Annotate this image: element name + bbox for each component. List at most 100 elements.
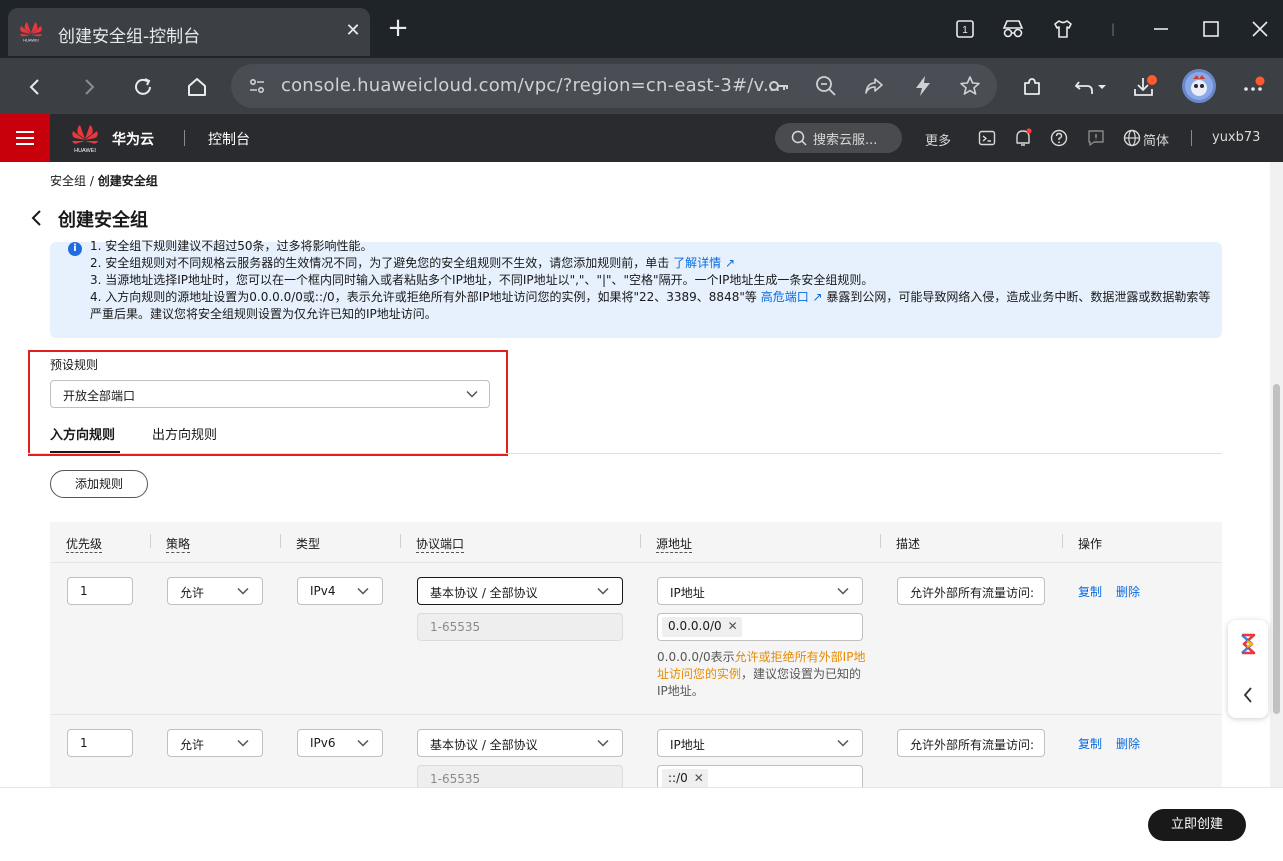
- tab-outbound-rules[interactable]: 出方向规则: [152, 424, 217, 443]
- brand-name[interactable]: 华为云: [112, 129, 154, 149]
- delete-rule-link[interactable]: 删除: [1116, 735, 1140, 752]
- incognito-icon[interactable]: [999, 15, 1027, 43]
- scrollbar-thumb[interactable]: [1273, 384, 1280, 714]
- policy-select[interactable]: 允许: [167, 577, 263, 605]
- zoom-icon[interactable]: [814, 74, 838, 98]
- tab-inbound-rules[interactable]: 入方向规则: [50, 424, 115, 443]
- search-input[interactable]: 搜索云服...: [775, 123, 902, 153]
- source-type-select[interactable]: IP地址: [657, 577, 863, 605]
- language-switch[interactable]: 简体: [1143, 130, 1169, 149]
- chevron-down-icon: [596, 584, 610, 598]
- close-window-icon[interactable]: [1246, 15, 1274, 43]
- globe-icon[interactable]: [1122, 128, 1142, 148]
- huawei-logo[interactable]: HUAWEI: [70, 122, 100, 154]
- maximize-icon[interactable]: [1197, 15, 1225, 43]
- policy-select[interactable]: 允许: [167, 729, 263, 757]
- minimize-icon[interactable]: [1147, 15, 1175, 43]
- source-hint: 0.0.0.0/0表示允许或拒绝所有外部IP地 址访问您的实例，建议您设置为已知的…: [657, 649, 867, 700]
- description-input[interactable]: 允许外部所有流量访问:: [897, 729, 1045, 757]
- browser-tab-title: 创建安全组-控制台: [58, 27, 201, 47]
- console-header: HUAWEI 华为云 控制台 搜索云服... 更多 简体 yuxb73: [0, 114, 1283, 162]
- notification-bell-icon[interactable]: [1013, 128, 1033, 148]
- toolbar-divider: |: [1110, 22, 1116, 36]
- table-header: 优先级 策略 类型 协议端口 源地址 描述 操作: [50, 522, 1222, 562]
- remove-tag-icon[interactable]: ✕: [728, 619, 738, 633]
- close-tab-icon[interactable]: ✕: [343, 21, 363, 41]
- downloads-icon[interactable]: [1130, 72, 1160, 102]
- share-icon[interactable]: [862, 74, 886, 98]
- breadcrumb-parent[interactable]: 安全组: [50, 174, 86, 188]
- preset-rule-select[interactable]: 开放全部端口: [50, 380, 490, 408]
- source-tag-label: ::/0: [668, 771, 688, 785]
- lightning-icon[interactable]: [911, 74, 935, 98]
- source-tag: 0.0.0.0/0 ✕: [662, 617, 742, 637]
- reload-icon[interactable]: [128, 72, 158, 102]
- protocol-value: 基本协议 / 全部协议: [430, 738, 538, 752]
- copy-rule-link[interactable]: 复制: [1078, 583, 1102, 600]
- preset-rule-label: 预设规则: [50, 358, 99, 372]
- username[interactable]: yuxb73: [1212, 130, 1260, 145]
- shirt-icon[interactable]: [1049, 15, 1077, 43]
- page-content: 安全组 / 创建安全组 创建安全组 i 1. 安全组下规则建议不超过50条，过多…: [0, 162, 1270, 787]
- undo-menu-icon[interactable]: [1070, 72, 1110, 102]
- external-link-icon: ↗: [724, 256, 736, 270]
- forward-icon[interactable]: [74, 72, 104, 102]
- preset-rule-value: 开放全部端口: [63, 389, 136, 403]
- breadcrumb-separator: /: [86, 174, 98, 188]
- header-action: 操作: [1078, 537, 1103, 551]
- address-bar[interactable]: console.huaweicloud.com/vpc/?region=cn-e…: [231, 64, 997, 108]
- back-icon[interactable]: [20, 72, 50, 102]
- key-icon[interactable]: [767, 74, 791, 98]
- home-icon[interactable]: [182, 72, 212, 102]
- description-input[interactable]: 允许外部所有流量访问:: [897, 577, 1045, 605]
- browser-tab[interactable]: HUAWEI 创建安全组-控制台 ✕: [8, 8, 370, 56]
- source-address-input[interactable]: 0.0.0.0/0 ✕: [657, 613, 863, 641]
- type-select[interactable]: IPv4: [297, 577, 383, 605]
- high-risk-ports-link[interactable]: 高危端口: [761, 290, 809, 304]
- protocol-select[interactable]: 基本协议 / 全部协议: [417, 577, 623, 605]
- site-settings-icon[interactable]: [245, 74, 269, 98]
- chevron-down-icon: [465, 387, 479, 401]
- copy-rule-link[interactable]: 复制: [1078, 735, 1102, 752]
- console-link[interactable]: 控制台: [208, 129, 250, 149]
- rules-table: 优先级 策略 类型 协议端口 源地址 描述 操作 1 允许 IPv4 基本协议 …: [50, 522, 1222, 787]
- policy-value: 允许: [180, 738, 205, 752]
- help-icon[interactable]: [1049, 128, 1069, 148]
- assistant-logo-icon[interactable]: [1238, 632, 1258, 656]
- collapse-chevron-icon[interactable]: [1242, 686, 1254, 704]
- vertical-scrollbar[interactable]: [1270, 162, 1283, 787]
- new-tab-button[interactable]: +: [385, 15, 411, 42]
- more-link[interactable]: 更多: [925, 130, 951, 149]
- source-address-input[interactable]: ::/0 ✕: [657, 765, 863, 787]
- source-type-select[interactable]: IP地址: [657, 729, 863, 757]
- back-arrow-icon[interactable]: [30, 208, 46, 228]
- notice-line-4-text-a: 4. 入方向规则的源地址设置为0.0.0.0/0或::/0，表示允许或拒绝所有外…: [90, 290, 757, 304]
- protocol-select[interactable]: 基本协议 / 全部协议: [417, 729, 623, 757]
- type-select[interactable]: IPv6: [297, 729, 383, 757]
- cloud-shell-icon[interactable]: [977, 128, 997, 148]
- notice-line-4: 4. 入方向规则的源地址设置为0.0.0.0/0或::/0，表示允许或拒绝所有外…: [90, 289, 1210, 306]
- priority-input[interactable]: 1: [67, 729, 133, 757]
- learn-more-link[interactable]: 了解详情: [673, 256, 721, 270]
- page-title: 创建安全组: [58, 210, 148, 231]
- browser-menu-icon[interactable]: [1238, 72, 1268, 102]
- notice-line-2-text: 2. 安全组规则对不同规格云服务器的生效情况不同，为了避免您的安全组规则不生效，…: [90, 256, 670, 270]
- page-footer: 立即创建: [0, 787, 1283, 861]
- table-row: 1 允许 IPv6 基本协议 / 全部协议 1-65535 IP地址 ::/0 ✕…: [50, 714, 1222, 787]
- extensions-icon[interactable]: [1017, 72, 1047, 102]
- tab-count-icon[interactable]: 1: [951, 15, 979, 43]
- floating-assistant-widget: [1228, 620, 1268, 718]
- search-placeholder: 搜索云服...: [813, 133, 878, 148]
- chevron-down-icon: [236, 584, 250, 598]
- bookmark-star-icon[interactable]: [958, 74, 982, 98]
- remove-tag-icon[interactable]: ✕: [694, 771, 704, 785]
- add-rule-button[interactable]: 添加规则: [50, 470, 148, 498]
- notice-line-4-text-b: 暴露到公网，可能导致网络入侵，造成业务中断、数据泄露或数据勒索等: [826, 290, 1211, 304]
- create-now-button[interactable]: 立即创建: [1148, 809, 1246, 841]
- delete-rule-link[interactable]: 删除: [1116, 583, 1140, 600]
- feedback-icon[interactable]: [1086, 128, 1106, 148]
- menu-icon[interactable]: [0, 114, 50, 162]
- huawei-logo-label: HUAWEI: [74, 148, 96, 154]
- priority-input[interactable]: 1: [67, 577, 133, 605]
- profile-avatar[interactable]: [1182, 69, 1216, 103]
